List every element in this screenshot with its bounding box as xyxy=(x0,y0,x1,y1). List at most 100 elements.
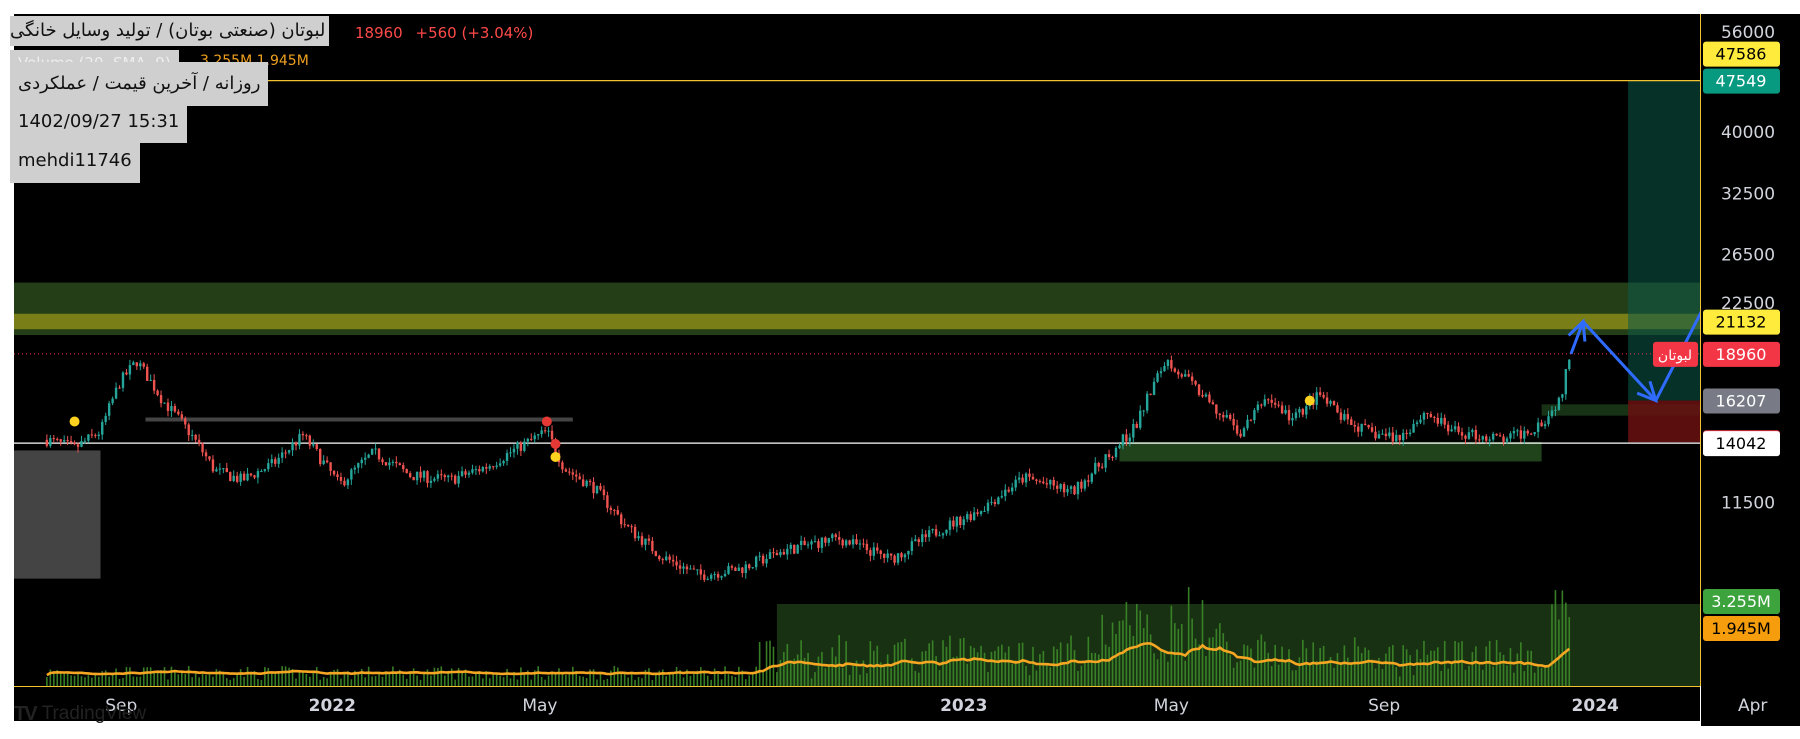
volume-bar xyxy=(1253,667,1256,686)
zone-rect xyxy=(14,313,1700,330)
volume-bar xyxy=(142,667,145,686)
candle-body xyxy=(1076,481,1080,495)
volume-bar xyxy=(1205,655,1207,686)
price-chart[interactable]: 560004000032500265002250011500Sep 2022 May… xyxy=(0,0,1800,739)
y-tick-label: 11500 xyxy=(1721,493,1775,513)
volume-bar xyxy=(236,673,238,686)
candle-body xyxy=(325,460,329,463)
volume-bar xyxy=(1468,665,1470,686)
candle-body xyxy=(263,469,267,472)
candle-body xyxy=(1415,422,1419,424)
volume-bar xyxy=(994,650,996,686)
candle-body xyxy=(1498,435,1502,437)
candle-body xyxy=(121,372,125,388)
volume-bar xyxy=(315,667,318,686)
candle-body xyxy=(910,541,914,551)
candle-body xyxy=(1346,413,1350,420)
volume-bar xyxy=(229,679,232,686)
candle-body xyxy=(900,553,903,558)
volume-bar xyxy=(91,677,93,686)
candle-body xyxy=(858,543,862,545)
candle-body xyxy=(377,448,381,460)
price-axis-border xyxy=(1700,14,1701,686)
volume-bar xyxy=(1433,650,1436,686)
x-tick-label: 2023 xyxy=(940,696,987,716)
candle-body xyxy=(1059,484,1062,489)
candle-body xyxy=(602,489,606,496)
candle-body xyxy=(1073,486,1076,495)
candle-body xyxy=(360,459,363,464)
candle-body xyxy=(447,475,450,478)
candle-body xyxy=(1277,404,1280,406)
candle-body xyxy=(1457,426,1460,433)
volume-bar xyxy=(520,667,522,686)
candle-body xyxy=(246,473,249,481)
candle-body xyxy=(796,545,799,554)
candle-body xyxy=(1301,409,1305,415)
volume-bar xyxy=(1153,653,1155,686)
candle-body xyxy=(644,538,647,545)
volume-bar xyxy=(1111,622,1114,686)
candle-body xyxy=(62,440,66,442)
volume-bar xyxy=(302,672,304,686)
volume-bar xyxy=(547,675,550,686)
volume-bar xyxy=(1385,653,1387,686)
candle-body xyxy=(1318,392,1322,395)
volume-bar xyxy=(125,667,128,686)
volume-bar xyxy=(499,675,501,686)
volume-bar xyxy=(1481,669,1484,686)
candle-body xyxy=(277,457,280,464)
candle-body xyxy=(1024,473,1028,483)
candle-body xyxy=(730,566,734,568)
candle-body xyxy=(651,540,654,552)
candle-body xyxy=(146,366,149,381)
volume-bar xyxy=(744,679,747,686)
volume-bar xyxy=(634,679,636,686)
candle-body xyxy=(1052,479,1055,486)
volume-bar xyxy=(516,679,519,686)
volume-bar xyxy=(672,674,674,686)
candle-body xyxy=(530,438,533,440)
candle-body xyxy=(1339,412,1343,420)
candle-body xyxy=(1114,447,1118,458)
zone-rect xyxy=(14,450,101,579)
volume-bar xyxy=(651,679,654,686)
candle-body xyxy=(675,561,678,566)
candle-body xyxy=(211,459,215,472)
volume-bar xyxy=(239,669,242,686)
candle-body xyxy=(1225,414,1228,418)
candle-body xyxy=(426,471,429,483)
volume-bar xyxy=(962,637,965,686)
x-tick-label: Sep xyxy=(1368,696,1400,716)
volume-bar xyxy=(225,678,228,686)
volume-bar xyxy=(443,675,446,686)
volume-bar xyxy=(1201,600,1204,686)
volume-bar xyxy=(482,678,484,686)
candle-body xyxy=(52,438,55,440)
volume-bar xyxy=(281,666,283,686)
tradingview-logo-icon: TV xyxy=(14,702,38,725)
candle-body xyxy=(1094,463,1097,474)
volume-bar xyxy=(973,647,975,686)
volume-bar xyxy=(969,645,972,686)
volume-bar xyxy=(824,668,827,686)
event-dot xyxy=(550,439,561,450)
volume-bar xyxy=(945,646,948,686)
candle-body xyxy=(45,439,49,446)
candle-body xyxy=(218,468,222,470)
candle-body xyxy=(190,434,194,436)
candle-body xyxy=(201,443,204,453)
candle-body xyxy=(526,438,530,442)
candle-body xyxy=(287,450,291,453)
volume-bar xyxy=(907,660,910,686)
candle-body xyxy=(938,535,941,537)
volume-bar xyxy=(1440,670,1443,686)
volume-bar xyxy=(156,672,159,686)
tradingview-brand[interactable]: TV TradingView xyxy=(14,702,146,726)
candle-body xyxy=(419,471,422,478)
candle-body xyxy=(1087,480,1090,482)
candle-body xyxy=(1177,371,1180,375)
candle-body xyxy=(73,442,76,445)
candle-body xyxy=(1398,434,1401,441)
volume-bar xyxy=(1125,601,1128,686)
